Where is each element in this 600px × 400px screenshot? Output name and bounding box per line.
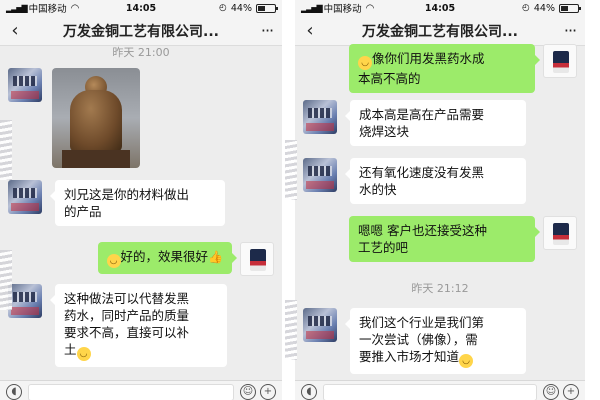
message-line: 药水，同时产品的质量 xyxy=(64,308,190,323)
privacy-scribble xyxy=(285,300,297,360)
message-text: 像你们用发黑药水成 xyxy=(372,51,485,66)
received-message[interactable]: 成本高是高在产品需要 烧焊这块 xyxy=(345,100,526,146)
contact-avatar[interactable] xyxy=(8,180,42,214)
plus-icon[interactable]: + xyxy=(260,384,276,400)
more-options-button[interactable]: ··· xyxy=(252,21,282,40)
sent-message[interactable]: ◡ 好的，效果很好👍 xyxy=(97,242,238,274)
contact-avatar[interactable] xyxy=(303,158,337,192)
message-line: 水的快 xyxy=(359,182,397,197)
received-message[interactable]: 还有氧化速度没有发黑 水的快 xyxy=(345,158,526,204)
battery-icon xyxy=(559,3,581,13)
smile-emoji: ◡ xyxy=(358,56,372,70)
message-text: 要推入市场才知道 xyxy=(359,349,460,364)
received-message[interactable]: 这种做法可以代替发黑 药水，同时产品的质量 要求不高，直接可以补 土 ◡ xyxy=(50,284,227,367)
message-text: 好的，效果很好 xyxy=(120,249,209,264)
back-button[interactable]: ‹ xyxy=(0,20,30,41)
signal-icon: ▂▃▅▇ xyxy=(6,3,28,13)
carrier-label: 中国移动 xyxy=(28,4,67,15)
image-message[interactable] xyxy=(52,68,140,168)
message-input[interactable] xyxy=(323,384,537,400)
emoji-icon[interactable]: ☺ xyxy=(240,384,256,400)
message-line: 还有氧化速度没有发黑 xyxy=(359,165,485,180)
message-timestamp: 昨天 21:12 xyxy=(411,282,469,295)
message-line: 的产品 xyxy=(64,204,102,219)
battery-icon xyxy=(256,3,278,13)
carrier-label: 中国移动 xyxy=(323,4,362,15)
received-message[interactable]: 我们这个行业是我们第 一次尝试（佛像），需 要推入市场才知道 ◡ xyxy=(345,308,526,374)
status-bar: ▂▃▅▇ 中国移动 ◠ 14:05 ◴ 44% xyxy=(0,0,282,16)
privacy-scribble xyxy=(285,140,297,200)
message-input[interactable] xyxy=(28,384,234,400)
statue-base-shape xyxy=(62,150,130,168)
privacy-scribble xyxy=(0,120,12,180)
message-line: 要推入市场才知道 ◡ xyxy=(359,348,517,368)
message-text: 土 xyxy=(64,342,77,357)
message-line: 一次尝试（佛像），需 xyxy=(359,332,478,347)
chat-title: 万发金铜工艺有限公司... xyxy=(63,23,219,40)
back-button[interactable]: ‹ xyxy=(295,20,325,41)
sent-message[interactable]: ◡ 像你们用发黑药水成 本高不高的 xyxy=(349,44,540,93)
chat-header: ‹ 万发金铜工艺有限公司... ··· xyxy=(295,16,585,46)
message-line: 本高不高的 xyxy=(358,71,421,86)
wifi-icon: ◠ xyxy=(365,2,375,14)
smile-emoji: ◡ xyxy=(106,254,121,268)
message-line: ◡ 像你们用发黑药水成 xyxy=(358,50,526,70)
chat-title: 万发金铜工艺有限公司... xyxy=(362,23,518,40)
message-line: 刘兄这是你的材料做出 xyxy=(64,187,190,202)
message-line: 嗯嗯 客户也还接受这种 xyxy=(358,223,487,238)
battery-percent: 44% xyxy=(533,2,555,14)
battery-percent: 44% xyxy=(230,2,252,14)
chat-header: ‹ 万发金铜工艺有限公司... ··· xyxy=(0,16,282,46)
more-options-button[interactable]: ··· xyxy=(555,21,585,40)
product-avatar[interactable] xyxy=(240,242,274,276)
message-line: 工艺的吧 xyxy=(358,240,409,255)
signal-icon: ▂▃▅▇ xyxy=(301,3,323,13)
input-bar: ◖ ☺ + xyxy=(0,380,282,400)
product-avatar[interactable] xyxy=(543,216,577,250)
contact-avatar[interactable] xyxy=(303,100,337,134)
sent-message[interactable]: 嗯嗯 客户也还接受这种 工艺的吧 xyxy=(349,216,540,262)
chat-screen-right: ▂▃▅▇ 中国移动 ◠ 14:05 ◴ 44% ‹ 万发金铜工艺有限公司... … xyxy=(295,0,585,400)
message-line: 要求不高，直接可以补 xyxy=(64,325,190,340)
thumbs-up-emoji: 👍 xyxy=(208,250,223,264)
voice-icon[interactable]: ◖ xyxy=(6,384,22,400)
emoji-icon[interactable]: ☺ xyxy=(543,384,559,400)
message-timestamp: 昨天 21:00 xyxy=(112,46,170,59)
smile-emoji: ◡ xyxy=(76,347,91,361)
statue-body-shape xyxy=(70,90,122,152)
message-line: 我们这个行业是我们第 xyxy=(359,315,485,330)
chat-screen-left: ▂▃▅▇ 中国移动 ◠ 14:05 ◴ 44% ‹ 万发金铜工艺有限公司... … xyxy=(0,0,282,400)
voice-icon[interactable]: ◖ xyxy=(301,384,317,400)
smile-emoji: ◡ xyxy=(459,354,474,368)
contact-avatar[interactable] xyxy=(303,308,337,342)
input-bar: ◖ ☺ + xyxy=(295,380,585,400)
message-list[interactable]: ◡ 像你们用发黑药水成 本高不高的 成本高是高在产品需要 烧焊这块 还有氧化速度没… xyxy=(295,44,585,380)
plus-icon[interactable]: + xyxy=(563,384,579,400)
message-line: 成本高是高在产品需要 xyxy=(359,107,485,122)
alarm-icon: ◴ xyxy=(219,3,227,13)
message-list[interactable]: 昨天 21:00 刘兄这是你的材料做出 的产品 ◡ 好的，效果很好👍 这种做法可… xyxy=(0,46,282,380)
received-message[interactable]: 刘兄这是你的材料做出 的产品 xyxy=(50,180,225,226)
message-line: 烧焊这块 xyxy=(359,124,410,139)
message-line: 土 ◡ xyxy=(64,341,218,361)
product-avatar[interactable] xyxy=(543,44,577,78)
privacy-scribble xyxy=(0,250,12,310)
wifi-icon: ◠ xyxy=(70,2,80,14)
contact-avatar[interactable] xyxy=(8,284,42,318)
contact-avatar[interactable] xyxy=(8,68,42,102)
status-bar: ▂▃▅▇ 中国移动 ◠ 14:05 ◴ 44% xyxy=(295,0,585,16)
alarm-icon: ◴ xyxy=(522,3,530,13)
message-line: 这种做法可以代替发黑 xyxy=(64,291,190,306)
